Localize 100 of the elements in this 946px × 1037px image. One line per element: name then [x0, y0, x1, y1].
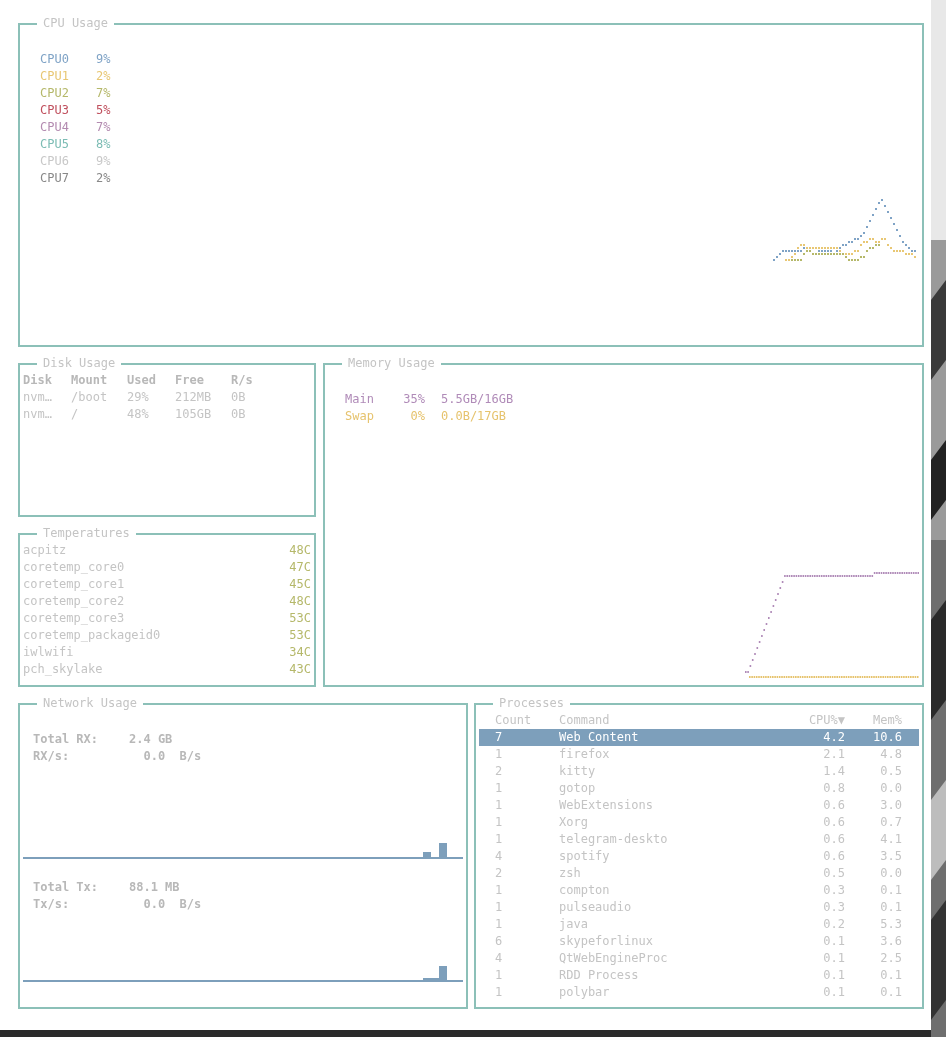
process-count: 2 [495, 865, 504, 882]
process-mem: 3.6 [879, 933, 902, 950]
cpu-percent: 2% [96, 170, 111, 187]
table-cell-text: 212MB [175, 389, 213, 406]
process-row[interactable]: 1 WebExtensions 0.6 3.0 [479, 797, 919, 814]
process-cpu: 0.6 [822, 831, 845, 848]
process-count: 4 [495, 950, 504, 967]
process-command: spotify [559, 848, 611, 865]
network-label: Total RX: [33, 731, 100, 748]
column-header: Disk [23, 372, 53, 389]
process-row[interactable]: 2 kitty 1.4 0.5 [479, 763, 919, 780]
process-mem: 0.1 [879, 882, 902, 899]
process-count: 1 [495, 797, 504, 814]
process-row[interactable]: 1 java 0.2 5.3 [479, 916, 919, 933]
process-cpu: 0.3 [822, 899, 845, 916]
sensor-temperature: 48C [289, 542, 311, 559]
column-header[interactable]: Command [559, 712, 771, 729]
process-row[interactable]: 1 gotop 0.8 0.0 [479, 780, 919, 797]
panel-title: Disk Usage [42, 355, 117, 372]
process-cpu: 0.6 [822, 814, 845, 831]
panel-title: Temperatures [42, 525, 131, 542]
column-header[interactable]: Count [495, 712, 559, 729]
process-row[interactable]: 4 spotify 0.6 3.5 [479, 848, 919, 865]
cpu-percent: 9% [96, 51, 111, 68]
sensor-name: pch_skylake [23, 661, 103, 678]
table-cell-text: 48% [127, 406, 150, 423]
process-row[interactable]: 2 zsh 0.5 0.0 [479, 865, 919, 882]
process-command: zsh [559, 865, 582, 882]
process-command: gotop [559, 780, 597, 797]
cpu-percent: 8% [96, 136, 111, 153]
column-header: Mount [71, 372, 109, 389]
memory-label: Swap [345, 408, 375, 425]
process-cpu: 0.8 [822, 780, 845, 797]
process-count: 1 [495, 780, 504, 797]
cpu-label: CPU3 [40, 102, 70, 119]
cpu-label: CPU4 [40, 119, 70, 136]
process-command: WebExtensions [559, 797, 654, 814]
process-mem: 4.8 [879, 746, 902, 763]
process-mem: 0.1 [879, 967, 902, 984]
process-command: pulseaudio [559, 899, 633, 916]
process-cpu: 0.1 [822, 933, 845, 950]
column-header: Free [175, 372, 205, 389]
sensor-temperature: 45C [289, 576, 311, 593]
process-count: 1 [495, 984, 504, 1001]
process-count: 1 [495, 814, 504, 831]
process-row[interactable]: 4 QtWebEngineProc 0.1 2.5 [479, 950, 919, 967]
process-cpu: 0.2 [822, 916, 845, 933]
process-mem: 0.0 [879, 865, 902, 882]
process-row[interactable]: 1 Xorg 0.6 0.7 [479, 814, 919, 831]
process-cpu: 0.3 [822, 882, 845, 899]
cpu-percent: 7% [96, 119, 111, 136]
process-mem: 3.5 [879, 848, 902, 865]
process-row[interactable]: 6 skypeforlinux 0.1 3.6 [479, 933, 919, 950]
process-cpu: 0.1 [822, 950, 845, 967]
process-row[interactable]: 1 firefox 2.1 4.8 [479, 746, 919, 763]
process-count: 1 [495, 967, 504, 984]
process-mem: 0.0 [879, 780, 902, 797]
process-command: skypeforlinux [559, 933, 654, 950]
process-mem: 2.5 [879, 950, 902, 967]
process-cpu: 0.1 [822, 984, 845, 1001]
table-cell-text: 0B [231, 406, 247, 423]
process-row[interactable]: 1 pulseaudio 0.3 0.1 [479, 899, 919, 916]
cpu-label: CPU1 [40, 68, 70, 85]
cpu-label: CPU2 [40, 85, 70, 102]
process-count: 7 [495, 729, 504, 746]
cpu-label: CPU0 [40, 51, 70, 68]
network-label: Tx/s: [33, 895, 71, 913]
process-row[interactable]: 1 telegram-deskto 0.6 4.1 [479, 831, 919, 848]
process-row[interactable]: 1 RDD Process 0.1 0.1 [479, 967, 919, 984]
panel-title: Network Usage [42, 695, 138, 712]
cpu-percent: 2% [96, 68, 111, 85]
process-count: 1 [495, 882, 504, 899]
column-header[interactable]: Mem% [845, 712, 902, 729]
process-mem: 10.6 [872, 729, 902, 746]
process-row[interactable]: 7 Web Content 4.2 10.6 [479, 729, 919, 746]
network-value: 88.1 MB [129, 878, 181, 896]
process-cpu: 2.1 [822, 746, 845, 763]
sensor-name: acpitz [23, 542, 67, 559]
table-cell-text: nvm… [23, 389, 53, 406]
sensor-name: iwlwifi [23, 644, 74, 661]
process-row[interactable]: 1 compton 0.3 0.1 [479, 882, 919, 899]
memory-percent: 35% [402, 391, 426, 408]
cpu-label: CPU5 [40, 136, 70, 153]
memory-amount: 0.0B/17GB [441, 408, 508, 425]
process-cpu: 0.5 [822, 865, 845, 882]
process-row[interactable]: 1 polybar 0.1 0.1 [479, 984, 919, 1001]
sensor-name: coretemp_core0 [23, 559, 125, 576]
process-command: polybar [559, 984, 611, 1001]
sensor-name: coretemp_core2 [23, 593, 125, 610]
table-cell-text: 29% [127, 389, 150, 406]
process-command: Web Content [559, 729, 640, 746]
process-mem: 0.1 [879, 984, 902, 1001]
panel-title: Processes [498, 695, 566, 712]
sensor-temperature: 43C [289, 661, 311, 678]
memory-label: Main [345, 391, 375, 408]
process-command: QtWebEngineProc [559, 950, 669, 967]
process-command: telegram-deskto [559, 831, 669, 848]
cpu-label: CPU7 [40, 170, 70, 187]
network-value: 0.0 B/s [142, 895, 202, 913]
column-header[interactable]: CPU%▼ [771, 712, 845, 729]
